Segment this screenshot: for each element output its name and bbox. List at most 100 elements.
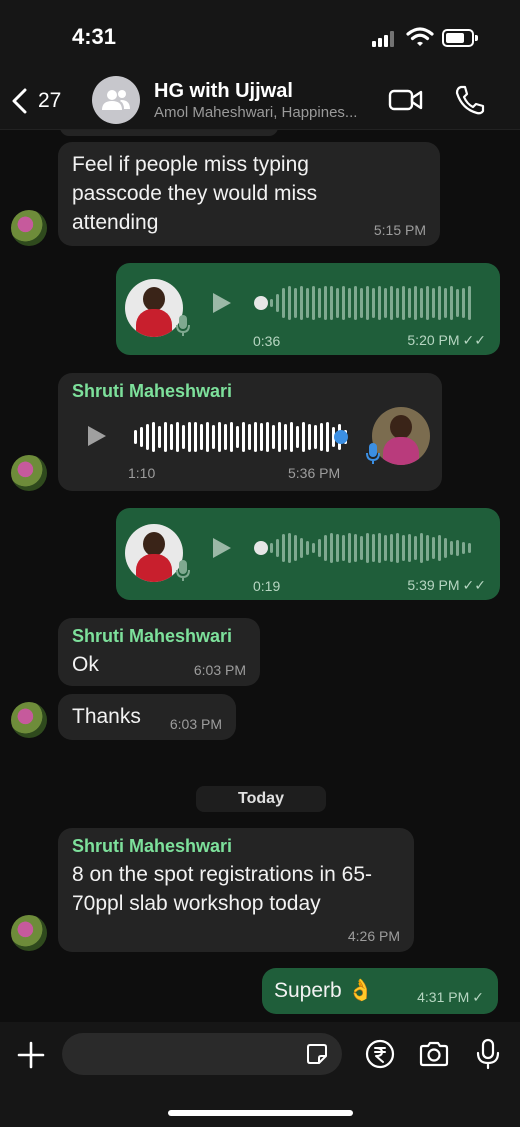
plus-icon[interactable] bbox=[16, 1040, 46, 1070]
status-time: 4:31 bbox=[72, 24, 117, 49]
waveform-bar bbox=[302, 422, 305, 452]
waveform-bar bbox=[320, 423, 323, 451]
playhead[interactable] bbox=[254, 541, 268, 555]
chat-title[interactable]: HG with Ujjwal bbox=[154, 80, 293, 103]
waveform[interactable] bbox=[134, 417, 347, 457]
avatar[interactable] bbox=[11, 702, 47, 738]
battery-icon bbox=[442, 29, 478, 47]
waveform-bar bbox=[272, 425, 275, 449]
waveform-bar bbox=[396, 533, 399, 563]
voice-message-bubble[interactable]: Shruti Maheshwari 1:10 5:36 PM bbox=[58, 373, 442, 491]
message-input[interactable] bbox=[62, 1033, 342, 1075]
message-text: Feel if people miss typing passcode they… bbox=[72, 153, 318, 234]
waveform-bar bbox=[360, 288, 363, 318]
waveform-bar bbox=[152, 422, 155, 452]
voice-sender-avatar bbox=[125, 279, 183, 337]
waveform-bar bbox=[318, 288, 321, 318]
rupee-icon[interactable] bbox=[364, 1038, 396, 1070]
sender-name[interactable]: Shruti Maheshwari bbox=[72, 836, 232, 857]
voice-duration: 0:19 bbox=[253, 578, 281, 594]
waveform-bar bbox=[336, 288, 339, 318]
playhead[interactable] bbox=[334, 430, 348, 444]
waveform-bar bbox=[372, 288, 375, 318]
previous-message-bubble bbox=[60, 130, 278, 136]
waveform-bar bbox=[462, 542, 465, 554]
waveform-bar bbox=[300, 538, 303, 558]
message-bubble[interactable]: Thanks 6:03 PM bbox=[58, 694, 236, 740]
waveform-bar bbox=[438, 286, 441, 320]
waveform-bar bbox=[282, 534, 285, 562]
waveform-bar bbox=[384, 288, 387, 318]
composer-bar bbox=[0, 1022, 520, 1127]
waveform-bar bbox=[402, 286, 405, 320]
waveform-bar bbox=[294, 535, 297, 561]
waveform-bar bbox=[300, 286, 303, 320]
back-button[interactable]: 27 bbox=[10, 86, 70, 116]
waveform-bar bbox=[354, 286, 357, 320]
message-bubble[interactable]: Shruti Maheshwari Ok 6:03 PM bbox=[58, 618, 260, 686]
avatar[interactable] bbox=[11, 915, 47, 951]
group-avatar-icon bbox=[102, 90, 130, 110]
waveform-bar bbox=[318, 539, 321, 557]
waveform-bar bbox=[314, 425, 317, 449]
avatar[interactable] bbox=[11, 455, 47, 491]
waveform-bar bbox=[188, 422, 191, 452]
message-bubble[interactable]: Feel if people miss typing passcode they… bbox=[58, 142, 440, 246]
waveform-bar bbox=[402, 535, 405, 561]
mic-icon bbox=[176, 315, 190, 336]
waveform-bar bbox=[182, 425, 185, 449]
message-time: 4:26 PM bbox=[347, 928, 400, 944]
waveform-bar bbox=[450, 541, 453, 555]
home-indicator[interactable] bbox=[168, 1110, 353, 1116]
waveform-bar bbox=[288, 286, 291, 320]
waveform-bar bbox=[414, 536, 417, 560]
waveform-bar bbox=[306, 541, 309, 555]
sent-tick-icon: ✓ bbox=[472, 989, 484, 1005]
waveform-bar bbox=[378, 533, 381, 563]
waveform-bar bbox=[194, 422, 197, 452]
waveform-bar bbox=[468, 543, 471, 553]
phone-icon[interactable] bbox=[452, 84, 488, 116]
sender-name[interactable]: Shruti Maheshwari bbox=[72, 626, 232, 647]
video-call-icon[interactable] bbox=[388, 84, 424, 116]
message-meta: 4:31 PM ✓ bbox=[417, 989, 484, 1006]
mic-icon bbox=[176, 560, 190, 581]
waveform-bar bbox=[288, 533, 291, 563]
read-receipt-icon: ✓✓ bbox=[462, 332, 486, 348]
play-icon[interactable] bbox=[88, 426, 106, 446]
message-list[interactable]: Feel if people miss typing passcode they… bbox=[0, 130, 520, 1022]
waveform-bar bbox=[366, 533, 369, 563]
playhead[interactable] bbox=[254, 296, 268, 310]
microphone-icon[interactable] bbox=[472, 1038, 504, 1070]
wifi-icon bbox=[406, 27, 434, 46]
waveform-bar bbox=[290, 422, 293, 452]
waveform-bar bbox=[312, 543, 315, 553]
waveform-bar bbox=[408, 288, 411, 318]
group-avatar[interactable] bbox=[92, 76, 140, 124]
message-meta: 5:20 PM ✓✓ bbox=[407, 332, 486, 349]
waveform-bar bbox=[224, 424, 227, 450]
voice-message-bubble[interactable]: 0:36 5:20 PM ✓✓ bbox=[116, 263, 500, 355]
sender-name[interactable]: Shruti Maheshwari bbox=[72, 381, 232, 402]
camera-icon[interactable] bbox=[418, 1038, 450, 1070]
waveform-bar bbox=[366, 286, 369, 320]
waveform-bar bbox=[248, 424, 251, 450]
waveform-bar bbox=[420, 288, 423, 318]
waveform-bar bbox=[206, 422, 209, 452]
waveform-bar bbox=[270, 299, 273, 307]
message-bubble[interactable]: Superb 👌 4:31 PM ✓ bbox=[262, 968, 498, 1014]
message-text: Superb 👌 bbox=[274, 979, 374, 1002]
message-bubble[interactable]: Shruti Maheshwari 8 on the spot registra… bbox=[58, 828, 414, 952]
waveform[interactable] bbox=[270, 528, 471, 568]
message-time: 6:03 PM bbox=[169, 716, 222, 732]
voice-message-bubble[interactable]: 0:19 5:39 PM ✓✓ bbox=[116, 508, 500, 600]
message-time: 4:31 PM bbox=[417, 989, 470, 1005]
sticker-icon[interactable] bbox=[306, 1043, 328, 1065]
message-text: Ok bbox=[72, 653, 99, 676]
waveform[interactable] bbox=[270, 283, 471, 323]
chat-subtitle[interactable]: Amol Maheshwari, Happines... bbox=[154, 104, 382, 121]
waveform-bar bbox=[420, 533, 423, 563]
play-icon[interactable] bbox=[213, 293, 231, 313]
avatar[interactable] bbox=[11, 210, 47, 246]
play-icon[interactable] bbox=[213, 538, 231, 558]
